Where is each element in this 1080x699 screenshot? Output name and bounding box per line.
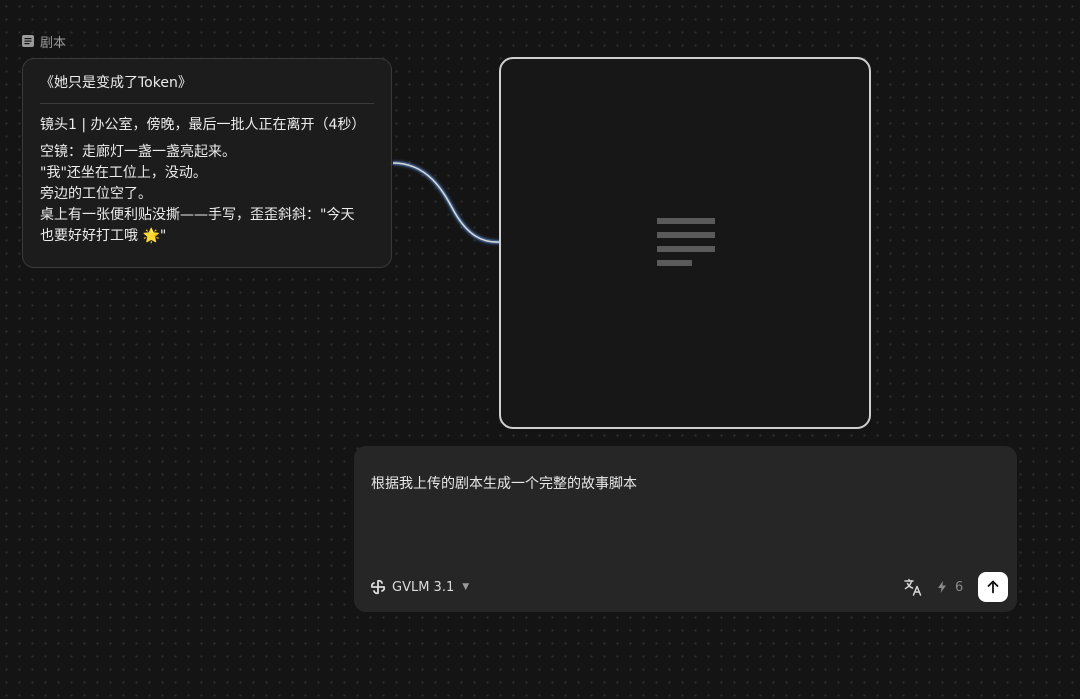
script-title: 《她只是变成了Token》	[40, 73, 374, 104]
chevron-down-icon: ▼	[462, 582, 470, 592]
script-line: 也要好好打工哦 🌟"	[40, 228, 167, 244]
credits-indicator: 6	[937, 578, 963, 596]
text-lines-icon	[657, 218, 715, 266]
model-selector[interactable]: GVLM 3.1 ▼	[370, 577, 469, 597]
credits-count: 6	[955, 579, 964, 595]
translate-button[interactable]	[902, 576, 924, 598]
script-line: 桌上有一张便利贴没撕——手写，歪歪斜斜："今天	[40, 207, 355, 223]
script-lines: 空镜：走廊灯一盏一盏亮起来。 "我"还坐在工位上，没动。 旁边的工位空了。 桌上…	[40, 142, 374, 247]
send-button[interactable]	[978, 572, 1008, 602]
arrow-up-icon	[987, 580, 999, 594]
script-node-label-text: 剧本	[40, 35, 67, 51]
model-logo-icon	[370, 579, 386, 595]
output-node[interactable]	[499, 57, 871, 429]
node-connector	[392, 161, 501, 245]
model-name: GVLM 3.1	[392, 579, 455, 595]
script-line: 旁边的工位空了。	[40, 186, 152, 202]
prompt-input[interactable]: 根据我上传的剧本生成一个完整的故事脚本	[371, 474, 991, 544]
shot-heading: 镜头1 | 办公室，傍晚，最后一批人正在离开（4秒）	[40, 117, 366, 133]
document-icon	[22, 35, 34, 47]
script-line: "我"还坐在工位上，没动。	[40, 165, 207, 181]
lightning-icon	[938, 581, 946, 593]
translate-icon	[904, 578, 922, 596]
prompt-panel: 根据我上传的剧本生成一个完整的故事脚本 GVLM 3.1 ▼ 6	[354, 446, 1017, 612]
script-card[interactable]: 《她只是变成了Token》 镜头1 | 办公室，傍晚，最后一批人正在离开（4秒）…	[22, 58, 392, 268]
script-line: 空镜：走廊灯一盏一盏亮起来。	[40, 144, 236, 160]
script-node-label: 剧本	[21, 32, 67, 51]
